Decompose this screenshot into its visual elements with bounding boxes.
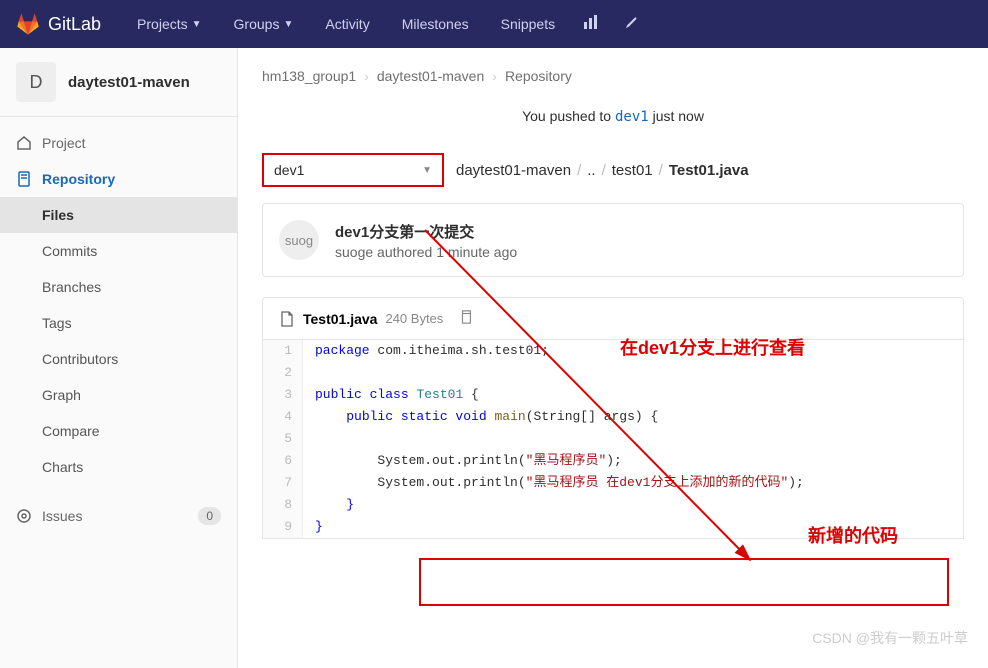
sidebar-sub-graph[interactable]: Graph bbox=[0, 377, 237, 413]
breadcrumb-project[interactable]: daytest01-maven bbox=[377, 68, 484, 84]
line-content: System.out.println("黑马程序员"); bbox=[303, 450, 622, 472]
line-content bbox=[303, 362, 315, 384]
top-navbar: GitLab Projects▼ Groups▼ Activity Milest… bbox=[0, 0, 988, 48]
gitlab-logo-icon bbox=[16, 12, 40, 36]
issues-count-badge: 0 bbox=[198, 507, 221, 525]
code-line: 1package com.itheima.sh.test01; bbox=[263, 340, 963, 362]
line-number: 2 bbox=[263, 362, 303, 384]
code-line: 2 bbox=[263, 362, 963, 384]
breadcrumb-group[interactable]: hm138_group1 bbox=[262, 68, 356, 84]
sidebar-item-issues[interactable]: Issues 0 bbox=[0, 497, 237, 535]
file-breadcrumb: daytest01-maven / .. / test01 / Test01.j… bbox=[456, 162, 749, 179]
branch-selector-value: dev1 bbox=[274, 162, 304, 178]
chart-icon[interactable] bbox=[575, 6, 607, 43]
sidebar-sub-tags[interactable]: Tags bbox=[0, 305, 237, 341]
file-viewer: 1package com.itheima.sh.test01;23public … bbox=[262, 340, 964, 539]
project-avatar: D bbox=[16, 62, 56, 102]
pushed-branch-link[interactable]: dev1 bbox=[615, 109, 649, 125]
commit-author-avatar[interactable]: suog bbox=[279, 220, 319, 260]
breadcrumb-sep: › bbox=[364, 68, 369, 84]
line-number: 1 bbox=[263, 340, 303, 362]
file-nav-row: dev1 ▼ daytest01-maven / .. / test01 / T… bbox=[262, 153, 964, 187]
chevron-down-icon: ▼ bbox=[422, 165, 432, 176]
nav-groups[interactable]: Groups▼ bbox=[222, 8, 306, 40]
project-name: daytest01-maven bbox=[68, 74, 190, 91]
file-name: Test01.java bbox=[303, 311, 377, 327]
nav-projects[interactable]: Projects▼ bbox=[125, 8, 213, 40]
code-line: 6 System.out.println("黑马程序员"); bbox=[263, 450, 963, 472]
file-bc-dots[interactable]: .. bbox=[587, 162, 595, 179]
line-number: 9 bbox=[263, 516, 303, 538]
nav-snippets[interactable]: Snippets bbox=[489, 8, 567, 40]
line-number: 6 bbox=[263, 450, 303, 472]
file-size: 240 Bytes bbox=[385, 311, 443, 326]
line-number: 8 bbox=[263, 494, 303, 516]
line-number: 5 bbox=[263, 428, 303, 450]
breadcrumb-current: Repository bbox=[505, 68, 572, 84]
file-bc-root[interactable]: daytest01-maven bbox=[456, 162, 571, 179]
breadcrumb-sep: › bbox=[492, 68, 497, 84]
chevron-down-icon: ▼ bbox=[192, 19, 202, 30]
line-content: } bbox=[303, 494, 354, 516]
line-content bbox=[303, 428, 315, 450]
sidebar-item-repository[interactable]: Repository bbox=[0, 161, 237, 197]
code-line: 9} bbox=[263, 516, 963, 538]
commit-title[interactable]: dev1分支第一次提交 bbox=[335, 221, 517, 242]
sidebar-sub-compare[interactable]: Compare bbox=[0, 413, 237, 449]
home-icon bbox=[16, 135, 32, 151]
line-content: } bbox=[303, 516, 323, 538]
logo[interactable]: GitLab bbox=[16, 12, 101, 36]
sidebar-sub-branches[interactable]: Branches bbox=[0, 269, 237, 305]
issues-icon bbox=[16, 508, 32, 524]
line-number: 4 bbox=[263, 406, 303, 428]
line-content: public static void main(String[] args) { bbox=[303, 406, 658, 428]
copy-path-icon[interactable] bbox=[459, 310, 473, 327]
file-bc-current: Test01.java bbox=[669, 162, 749, 179]
push-notice: You pushed to dev1 just now bbox=[262, 108, 964, 125]
sidebar-nav: Project Repository Files Commits Branche… bbox=[0, 117, 237, 668]
code-line: 3public class Test01 { bbox=[263, 384, 963, 406]
chevron-down-icon: ▼ bbox=[283, 19, 293, 30]
line-content: public class Test01 { bbox=[303, 384, 479, 406]
doc-icon bbox=[16, 171, 32, 187]
line-content: System.out.println("黑马程序员 在dev1分支上添加的新的代… bbox=[303, 472, 804, 494]
line-number: 3 bbox=[263, 384, 303, 406]
file-header: Test01.java 240 Bytes bbox=[262, 297, 964, 340]
code-line: 5 bbox=[263, 428, 963, 450]
nav-milestones[interactable]: Milestones bbox=[390, 8, 481, 40]
nav-menu: Projects▼ Groups▼ Activity Milestones Sn… bbox=[125, 6, 647, 43]
file-icon bbox=[279, 311, 295, 327]
logo-text: GitLab bbox=[48, 14, 101, 35]
commit-meta: suoge authored 1 minute ago bbox=[335, 244, 517, 260]
code-line: 7 System.out.println("黑马程序员 在dev1分支上添加的新… bbox=[263, 472, 963, 494]
code-line: 4 public static void main(String[] args)… bbox=[263, 406, 963, 428]
line-content: package com.itheima.sh.test01; bbox=[303, 340, 549, 362]
sidebar-sub-commits[interactable]: Commits bbox=[0, 233, 237, 269]
file-bc-dir[interactable]: test01 bbox=[612, 162, 653, 179]
last-commit-box: suog dev1分支第一次提交 suoge authored 1 minute… bbox=[262, 203, 964, 277]
line-number: 7 bbox=[263, 472, 303, 494]
code-line: 8 } bbox=[263, 494, 963, 516]
content-area: hm138_group1 › daytest01-maven › Reposit… bbox=[238, 48, 988, 668]
breadcrumb: hm138_group1 › daytest01-maven › Reposit… bbox=[262, 68, 964, 84]
sidebar: D daytest01-maven Project Repository Fil… bbox=[0, 48, 238, 668]
project-header[interactable]: D daytest01-maven bbox=[0, 48, 237, 117]
branch-selector[interactable]: dev1 ▼ bbox=[262, 153, 444, 187]
sidebar-sub-files[interactable]: Files bbox=[0, 197, 237, 233]
sidebar-sub-charts[interactable]: Charts bbox=[0, 449, 237, 485]
sidebar-sub-contributors[interactable]: Contributors bbox=[0, 341, 237, 377]
sidebar-item-project[interactable]: Project bbox=[0, 125, 237, 161]
admin-wrench-icon[interactable] bbox=[615, 6, 647, 43]
nav-activity[interactable]: Activity bbox=[313, 8, 381, 40]
